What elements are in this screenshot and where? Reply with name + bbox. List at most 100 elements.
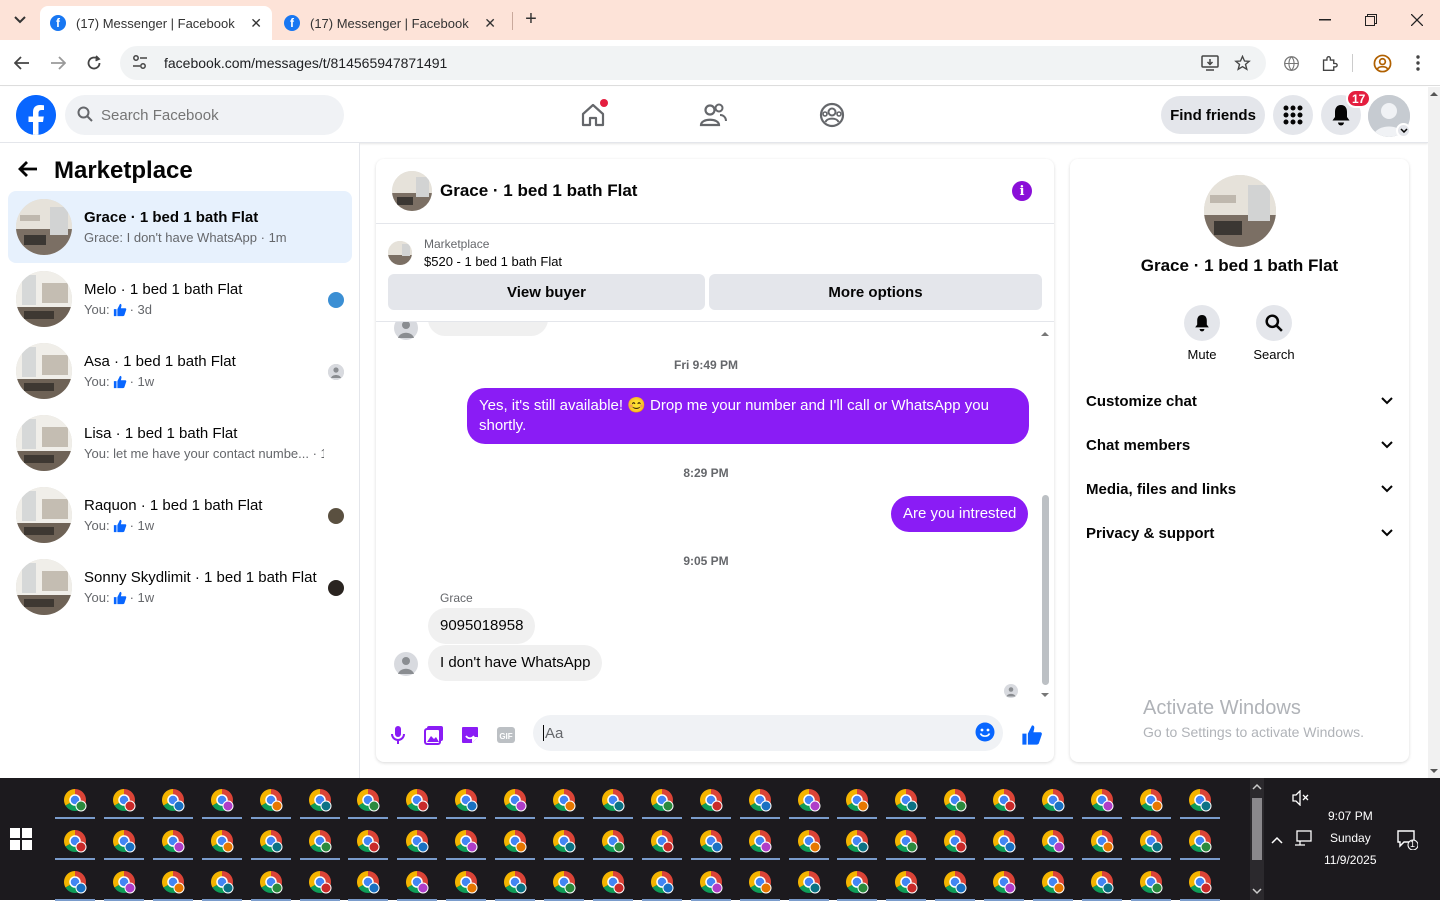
groups-nav-button[interactable] xyxy=(814,97,850,133)
chat-title[interactable]: Grace · 1 bed 1 bath Flat xyxy=(440,181,637,201)
chrome-profile-taskbar-icon[interactable] xyxy=(747,869,773,895)
chrome-profile-taskbar-icon[interactable] xyxy=(698,787,724,813)
chrome-profile-taskbar-icon[interactable] xyxy=(1138,787,1164,813)
more-menu-icon[interactable] xyxy=(1406,51,1430,75)
search-in-conversation-button[interactable]: Search xyxy=(1244,305,1304,362)
conversation-item-sonny[interactable]: Sonny Skydlimit · 1 bed 1 bath Flat You:… xyxy=(8,551,352,623)
chrome-profile-taskbar-icon[interactable] xyxy=(600,869,626,895)
chrome-profile-taskbar-icon[interactable] xyxy=(796,869,822,895)
chrome-profile-taskbar-icon[interactable] xyxy=(1040,828,1066,854)
chrome-profile-taskbar-icon[interactable] xyxy=(649,787,675,813)
chrome-profile-taskbar-icon[interactable] xyxy=(502,787,528,813)
chrome-profile-taskbar-icon[interactable] xyxy=(796,828,822,854)
tab-search-dropdown[interactable] xyxy=(8,8,32,32)
restore-button[interactable] xyxy=(1356,8,1386,32)
chrome-profile-taskbar-icon[interactable] xyxy=(1187,869,1213,895)
conversation-item-raquon[interactable]: Raquon · 1 bed 1 bath Flat You: · 1w xyxy=(8,479,352,551)
microphone-icon[interactable] xyxy=(386,723,410,747)
chrome-profile-taskbar-icon[interactable] xyxy=(1187,787,1213,813)
photo-icon[interactable] xyxy=(422,723,446,747)
chrome-profile-taskbar-icon[interactable] xyxy=(551,828,577,854)
chrome-profile-taskbar-icon[interactable] xyxy=(551,787,577,813)
profile-icon[interactable] xyxy=(1370,51,1394,75)
chrome-profile-taskbar-icon[interactable] xyxy=(307,828,333,854)
chrome-profile-taskbar-icon[interactable] xyxy=(453,869,479,895)
chrome-profile-taskbar-icon[interactable] xyxy=(209,869,235,895)
chat-listing-avatar[interactable] xyxy=(392,171,432,211)
details-listing-avatar[interactable] xyxy=(1204,175,1276,247)
chrome-profile-taskbar-icon[interactable] xyxy=(698,869,724,895)
volume-muted-icon[interactable] xyxy=(1292,789,1310,811)
chrome-profile-taskbar-icon[interactable] xyxy=(1138,828,1164,854)
action-center-icon[interactable]: 1 xyxy=(1396,828,1419,855)
outgoing-message-bubble[interactable]: Are you intrested xyxy=(891,496,1029,532)
chrome-profile-taskbar-icon[interactable] xyxy=(209,787,235,813)
chrome-profile-taskbar-icon[interactable] xyxy=(649,869,675,895)
scrollbar-thumb[interactable] xyxy=(1252,798,1262,860)
chrome-profile-taskbar-icon[interactable] xyxy=(600,787,626,813)
chrome-profile-taskbar-icon[interactable] xyxy=(62,869,88,895)
windows-start-icon[interactable] xyxy=(10,828,36,854)
chrome-profile-taskbar-icon[interactable] xyxy=(1089,869,1115,895)
like-button[interactable] xyxy=(1020,723,1044,747)
mute-button[interactable]: Mute xyxy=(1172,305,1232,362)
conversation-item-melo[interactable]: Melo · 1 bed 1 bath Flat You: · 3d xyxy=(8,263,352,335)
chrome-profile-taskbar-icon[interactable] xyxy=(258,828,284,854)
chrome-profile-taskbar-icon[interactable] xyxy=(991,787,1017,813)
chrome-profile-taskbar-icon[interactable] xyxy=(747,787,773,813)
find-friends-button[interactable]: Find friends xyxy=(1161,96,1265,134)
media-files-links-section[interactable]: Media, files and links xyxy=(1086,471,1393,507)
minimize-button[interactable] xyxy=(1310,8,1340,32)
chrome-profile-taskbar-icon[interactable] xyxy=(698,828,724,854)
emoji-icon[interactable] xyxy=(975,722,995,746)
listing-price-title[interactable]: $520 - 1 bed 1 bath Flat xyxy=(424,254,562,269)
chat-scrollbar[interactable] xyxy=(1039,329,1051,697)
show-hidden-icons[interactable] xyxy=(1270,832,1284,850)
chrome-profile-taskbar-icon[interactable] xyxy=(62,787,88,813)
chrome-profile-taskbar-icon[interactable] xyxy=(991,828,1017,854)
forward-button[interactable] xyxy=(46,51,70,75)
chrome-profile-taskbar-icon[interactable] xyxy=(1040,869,1066,895)
facebook-search-box[interactable] xyxy=(65,95,344,135)
translate-icon[interactable] xyxy=(1279,51,1303,75)
chrome-profile-taskbar-icon[interactable] xyxy=(111,828,137,854)
chrome-profile-taskbar-icon[interactable] xyxy=(844,869,870,895)
chrome-profile-taskbar-icon[interactable] xyxy=(111,787,137,813)
chrome-profile-taskbar-icon[interactable] xyxy=(160,828,186,854)
extensions-icon[interactable] xyxy=(1317,51,1341,75)
taskbar-scrollbar[interactable] xyxy=(1250,778,1264,900)
facebook-search-input[interactable] xyxy=(101,106,321,124)
chrome-profile-taskbar-icon[interactable] xyxy=(942,828,968,854)
chrome-profile-taskbar-icon[interactable] xyxy=(502,869,528,895)
chrome-profile-taskbar-icon[interactable] xyxy=(649,828,675,854)
chrome-profile-taskbar-icon[interactable] xyxy=(942,787,968,813)
conversation-item-grace[interactable]: Grace · 1 bed 1 bath Flat Grace: I don't… xyxy=(8,191,352,263)
customize-chat-section[interactable]: Customize chat xyxy=(1086,383,1393,419)
conversation-item-asa[interactable]: Asa · 1 bed 1 bath Flat You: · 1w xyxy=(8,335,352,407)
network-icon[interactable] xyxy=(1294,830,1312,851)
chrome-profile-taskbar-icon[interactable] xyxy=(404,787,430,813)
message-input[interactable]: Aa xyxy=(533,715,1003,751)
tab-messenger-2[interactable]: f (17) Messenger | Facebook ✕ xyxy=(274,6,506,40)
chrome-profile-taskbar-icon[interactable] xyxy=(307,787,333,813)
chrome-profile-taskbar-icon[interactable] xyxy=(893,869,919,895)
facebook-logo-icon[interactable] xyxy=(16,95,56,135)
sticker-icon[interactable] xyxy=(458,723,482,747)
privacy-support-section[interactable]: Privacy & support xyxy=(1086,515,1393,551)
clock-day[interactable]: Sunday xyxy=(1330,831,1371,845)
chrome-profile-taskbar-icon[interactable] xyxy=(1089,828,1115,854)
chrome-profile-taskbar-icon[interactable] xyxy=(844,787,870,813)
reload-button[interactable] xyxy=(82,51,106,75)
conversation-item-lisa[interactable]: Lisa · 1 bed 1 bath Flat You: let me hav… xyxy=(8,407,352,479)
chrome-profile-taskbar-icon[interactable] xyxy=(404,828,430,854)
friends-nav-button[interactable] xyxy=(695,97,731,133)
new-tab-button[interactable]: + xyxy=(520,8,542,30)
gif-icon[interactable]: GIF xyxy=(494,723,518,747)
menu-button[interactable] xyxy=(1273,95,1313,135)
chrome-profile-taskbar-icon[interactable] xyxy=(453,787,479,813)
chrome-profile-taskbar-icon[interactable] xyxy=(258,787,284,813)
outgoing-message-bubble[interactable]: Yes, it's still available! 😊 Drop me you… xyxy=(467,388,1029,444)
url-bar[interactable]: facebook.com/messages/t/814565947871491 xyxy=(120,46,1266,80)
chrome-profile-taskbar-icon[interactable] xyxy=(209,828,235,854)
info-icon[interactable]: i xyxy=(1012,181,1032,201)
